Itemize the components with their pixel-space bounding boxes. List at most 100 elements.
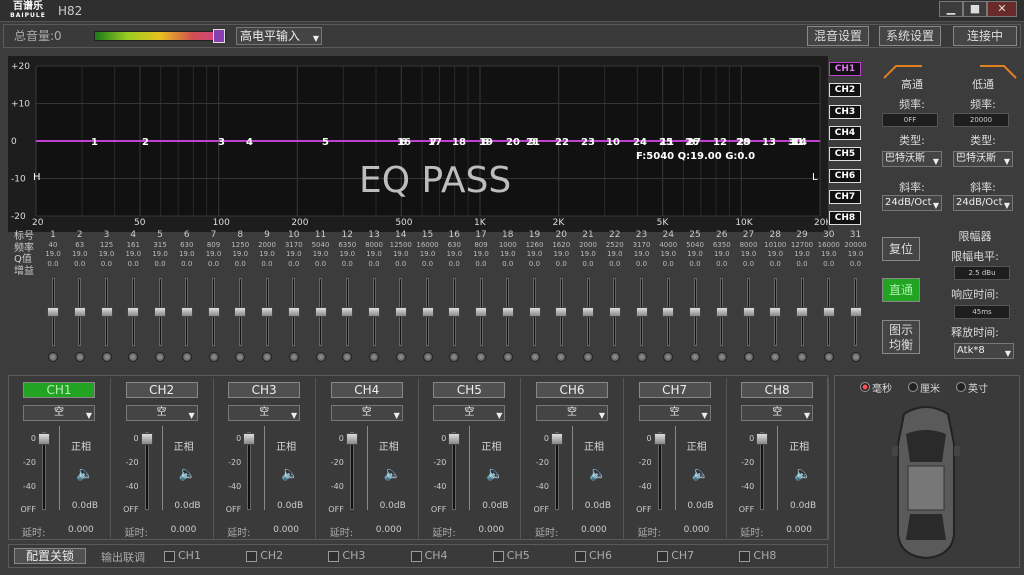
band-q-knob[interactable] bbox=[609, 352, 620, 362]
eq-channel-ch5-button[interactable]: CH5 bbox=[829, 147, 861, 162]
output-channel-name-button[interactable]: CH7 bbox=[638, 382, 711, 398]
band-q-knob[interactable] bbox=[208, 352, 219, 362]
band-gain-slider-thumb[interactable] bbox=[341, 307, 354, 317]
eq-channel-ch1-button[interactable]: CH1 bbox=[829, 62, 861, 76]
delay-value[interactable]: 0.000 bbox=[171, 525, 197, 535]
limiter-level-value[interactable]: 2.5 dBu bbox=[954, 266, 1010, 280]
output-volume-slider-thumb[interactable] bbox=[243, 433, 256, 445]
output-channel-name-button[interactable]: CH6 bbox=[536, 382, 608, 398]
output-volume-slider-thumb[interactable] bbox=[448, 433, 461, 445]
output-mode-select[interactable]: 空 ▼ bbox=[741, 405, 814, 421]
band-gain-slider-thumb[interactable] bbox=[207, 307, 220, 317]
delay-value[interactable]: 0.000 bbox=[376, 525, 402, 535]
maximize-button[interactable]: ■ bbox=[963, 1, 987, 17]
output-channel-name-button[interactable]: CH8 bbox=[741, 382, 814, 398]
band-q-knob[interactable] bbox=[663, 352, 674, 362]
link-checkbox-ch7[interactable] bbox=[657, 551, 669, 562]
band-gain-slider-thumb[interactable] bbox=[368, 307, 380, 317]
output-mode-select[interactable]: 空 ▼ bbox=[125, 405, 198, 421]
speaker-mute-icon[interactable]: 🔈 bbox=[589, 466, 606, 482]
output-mode-select[interactable]: 空 ▼ bbox=[536, 405, 608, 421]
band-gain-slider-thumb[interactable] bbox=[582, 307, 594, 317]
band-q-knob[interactable] bbox=[422, 352, 433, 362]
phase-toggle[interactable]: 正相 bbox=[174, 438, 194, 453]
band-gain-slider-thumb[interactable] bbox=[528, 307, 541, 317]
speaker-mute-icon[interactable]: 🔈 bbox=[794, 466, 811, 482]
phase-toggle[interactable]: 正相 bbox=[789, 438, 809, 453]
band-q-knob[interactable] bbox=[449, 352, 460, 362]
band-q-knob[interactable] bbox=[342, 352, 353, 362]
band-gain-slider-thumb[interactable] bbox=[421, 307, 434, 317]
speaker-mute-icon[interactable]: 🔈 bbox=[692, 466, 709, 482]
link-checkbox-ch2[interactable] bbox=[246, 551, 258, 562]
band-gain-slider-thumb[interactable] bbox=[234, 307, 247, 317]
band-gain-slider-thumb[interactable] bbox=[662, 307, 675, 317]
unit-cm-radio[interactable] bbox=[908, 382, 918, 392]
reset-button[interactable]: 复位 bbox=[882, 237, 920, 261]
phase-toggle[interactable]: 正相 bbox=[71, 438, 91, 453]
close-button[interactable]: ✕ bbox=[987, 1, 1017, 17]
output-volume-slider-thumb[interactable] bbox=[140, 433, 153, 445]
band-q-knob[interactable] bbox=[262, 352, 272, 362]
speaker-mute-icon[interactable]: 🔈 bbox=[486, 466, 503, 482]
band-q-knob[interactable] bbox=[743, 352, 754, 362]
band-gain-slider-thumb[interactable] bbox=[180, 307, 193, 317]
limiter-release-select[interactable]: Atk*8 ▼ bbox=[954, 343, 1014, 359]
link-checkbox-ch8[interactable] bbox=[739, 551, 751, 562]
band-gain-slider-thumb[interactable] bbox=[475, 307, 487, 317]
band-gain-slider-thumb[interactable] bbox=[635, 307, 648, 317]
band-gain-slider-thumb[interactable] bbox=[154, 307, 166, 317]
band-gain-slider-thumb[interactable] bbox=[742, 307, 755, 317]
output-channel-name-button[interactable]: CH3 bbox=[228, 382, 301, 398]
phase-toggle[interactable]: 正相 bbox=[276, 438, 296, 453]
unit-ms-radio[interactable] bbox=[860, 382, 870, 392]
phase-toggle[interactable]: 正相 bbox=[379, 438, 399, 453]
band-q-knob[interactable] bbox=[155, 352, 165, 362]
band-q-knob[interactable] bbox=[288, 352, 299, 362]
minimize-button[interactable]: ▁ bbox=[939, 1, 963, 17]
band-gain-slider-thumb[interactable] bbox=[715, 307, 728, 317]
eq-graph[interactable]: +20+100-10-2020501002005001K2K5K10K20K12… bbox=[8, 56, 828, 232]
eq-channel-ch2-button[interactable]: CH2 bbox=[829, 83, 861, 98]
output-channel-name-button[interactable]: CH4 bbox=[330, 382, 403, 398]
delay-value[interactable]: 0.000 bbox=[68, 525, 94, 535]
band-gain-slider-thumb[interactable] bbox=[394, 307, 407, 317]
band-gain-slider-thumb[interactable] bbox=[555, 307, 568, 317]
master-volume-thumb[interactable] bbox=[213, 29, 225, 43]
band-gain-slider-thumb[interactable] bbox=[689, 307, 701, 317]
speaker-mute-icon[interactable]: 🔈 bbox=[281, 466, 298, 482]
band-gain-slider-thumb[interactable] bbox=[769, 307, 782, 317]
band-q-knob[interactable] bbox=[556, 352, 567, 362]
band-q-knob[interactable] bbox=[583, 352, 593, 362]
band-gain-slider-thumb[interactable] bbox=[608, 307, 621, 317]
band-q-knob[interactable] bbox=[529, 352, 540, 362]
link-checkbox-ch5[interactable] bbox=[492, 551, 504, 562]
band-gain-slider-thumb[interactable] bbox=[261, 307, 273, 317]
output-volume-slider-thumb[interactable] bbox=[756, 433, 769, 445]
output-mode-select[interactable]: 空 ▼ bbox=[330, 405, 403, 421]
band-q-knob[interactable] bbox=[369, 352, 379, 362]
band-q-knob[interactable] bbox=[181, 352, 192, 362]
limiter-attack-value[interactable]: 45ms bbox=[954, 305, 1010, 319]
band-q-knob[interactable] bbox=[502, 352, 513, 362]
link-checkbox-ch4[interactable] bbox=[410, 551, 422, 562]
unit-inch-radio[interactable] bbox=[956, 382, 966, 392]
eq-channel-ch8-button[interactable]: CH8 bbox=[829, 211, 861, 226]
band-q-knob[interactable] bbox=[770, 352, 781, 362]
output-volume-slider-thumb[interactable] bbox=[38, 433, 50, 445]
band-q-knob[interactable] bbox=[716, 352, 727, 362]
phase-toggle[interactable]: 正相 bbox=[481, 438, 501, 453]
delay-value[interactable]: 0.000 bbox=[581, 525, 607, 535]
input-source-select[interactable]: 高电平输入 ▼ bbox=[236, 27, 322, 45]
speaker-mute-icon[interactable]: 🔈 bbox=[384, 466, 401, 482]
output-channel-name-button[interactable]: CH5 bbox=[433, 382, 506, 398]
config-lock-button[interactable]: 配置关锁 bbox=[14, 548, 86, 564]
system-settings-button[interactable]: 系统设置 bbox=[879, 26, 941, 46]
output-channel-name-button[interactable]: CH1 bbox=[23, 382, 95, 398]
lowpass-type-select[interactable]: 巴特沃斯 ▼ bbox=[953, 151, 1013, 167]
phase-toggle[interactable]: 正相 bbox=[687, 438, 707, 453]
band-q-knob[interactable] bbox=[823, 352, 834, 362]
delay-value[interactable]: 0.000 bbox=[478, 525, 504, 535]
band-gain-slider-thumb[interactable] bbox=[501, 307, 514, 317]
band-gain-slider-thumb[interactable] bbox=[822, 307, 835, 317]
